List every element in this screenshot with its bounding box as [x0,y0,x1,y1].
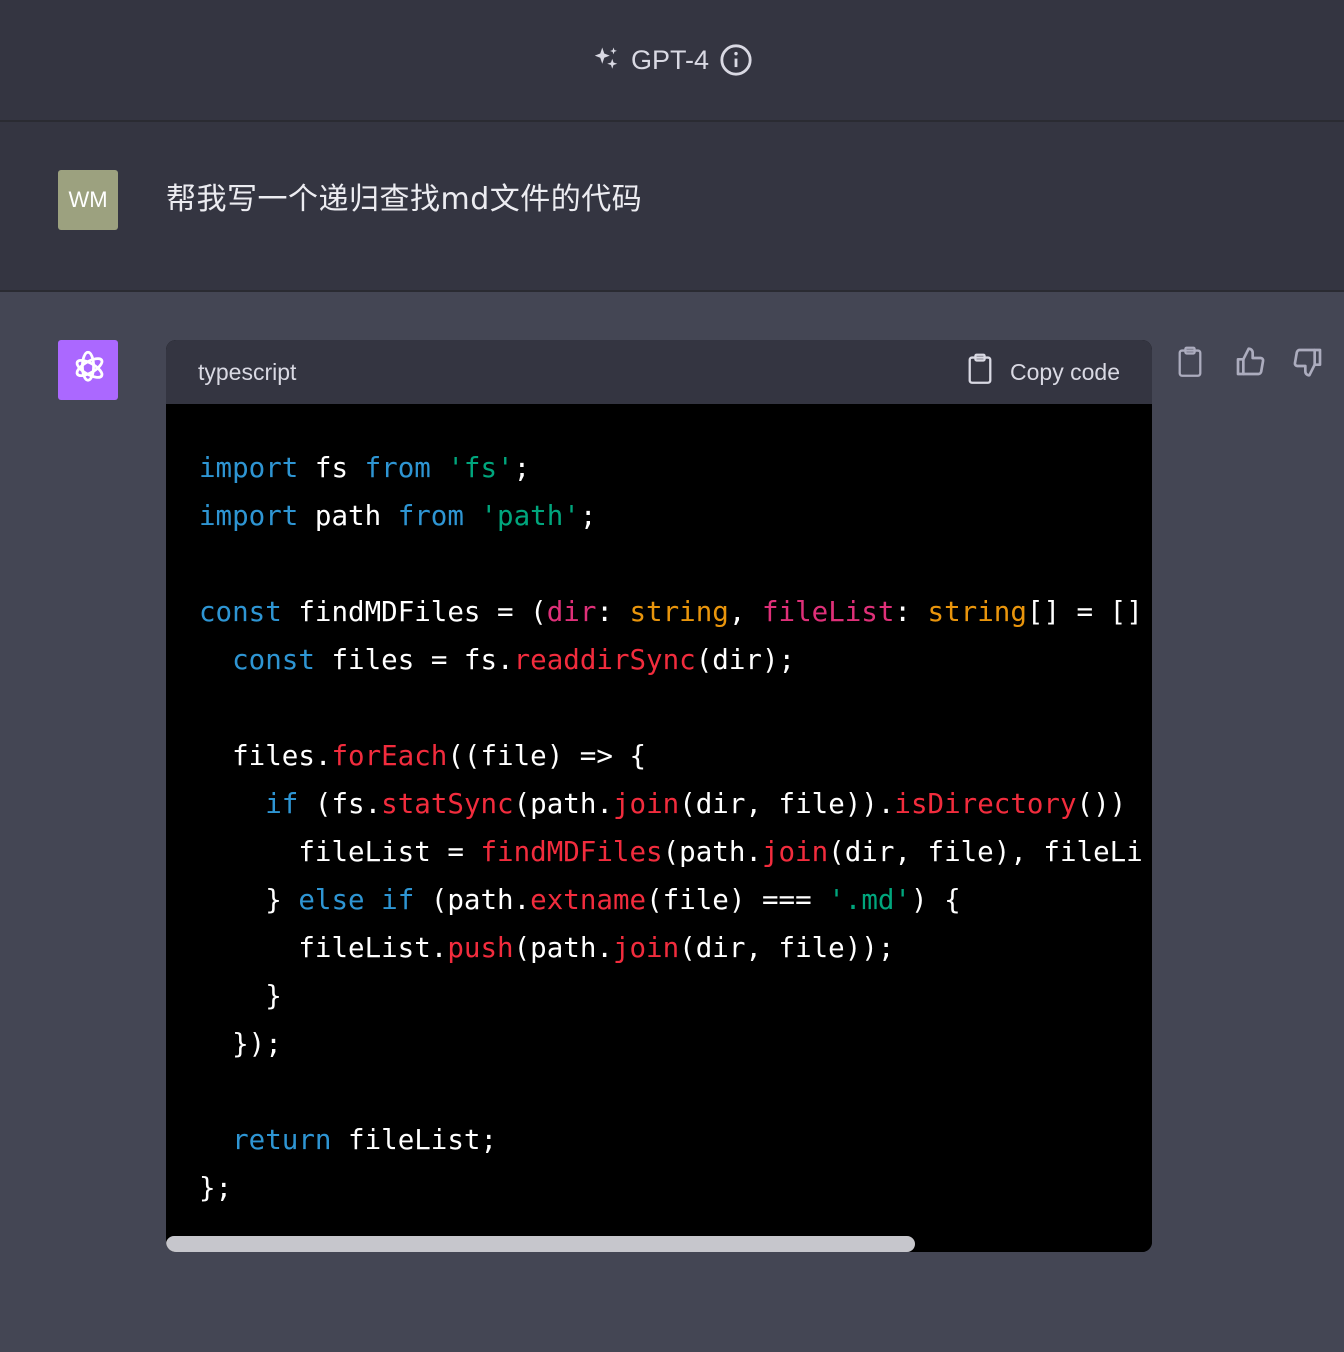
thumbs-up-icon[interactable] [1234,346,1266,378]
sparkle-icon [591,45,621,75]
user-message-row: WM 帮我写一个递归查找md文件的代码 [0,122,1344,292]
copy-code-label: Copy code [1010,358,1120,385]
scrollbar-thumb[interactable] [166,1236,916,1252]
model-name: GPT-4 [630,44,710,75]
code-block-header: typescript Copy code [166,340,1152,404]
info-icon[interactable] [719,43,753,77]
assistant-avatar [58,340,118,400]
user-avatar: WM [58,170,118,230]
message-actions [1176,346,1324,378]
user-avatar-initials: WM [68,187,108,212]
horizontal-scrollbar[interactable] [166,1236,1152,1252]
clipboard-icon [966,353,994,391]
openai-logo-icon [67,347,109,394]
assistant-message-row: typescript Copy code import fs from 'fs'… [0,292,1344,1352]
user-message-text: 帮我写一个递归查找md文件的代码 [166,182,643,217]
thumbs-down-icon[interactable] [1292,346,1324,378]
code-block: typescript Copy code import fs from 'fs'… [166,340,1152,1252]
top-bar: GPT-4 [0,0,1344,122]
model-selector[interactable]: GPT-4 [591,43,753,77]
code-language-label: typescript [198,358,297,385]
copy-code-button[interactable]: Copy code [966,353,1120,391]
code-text: import fs from 'fs'; import path from 'p… [199,452,1143,1204]
copy-message-icon[interactable] [1176,346,1208,378]
code-content: import fs from 'fs'; import path from 'p… [166,404,1152,1252]
